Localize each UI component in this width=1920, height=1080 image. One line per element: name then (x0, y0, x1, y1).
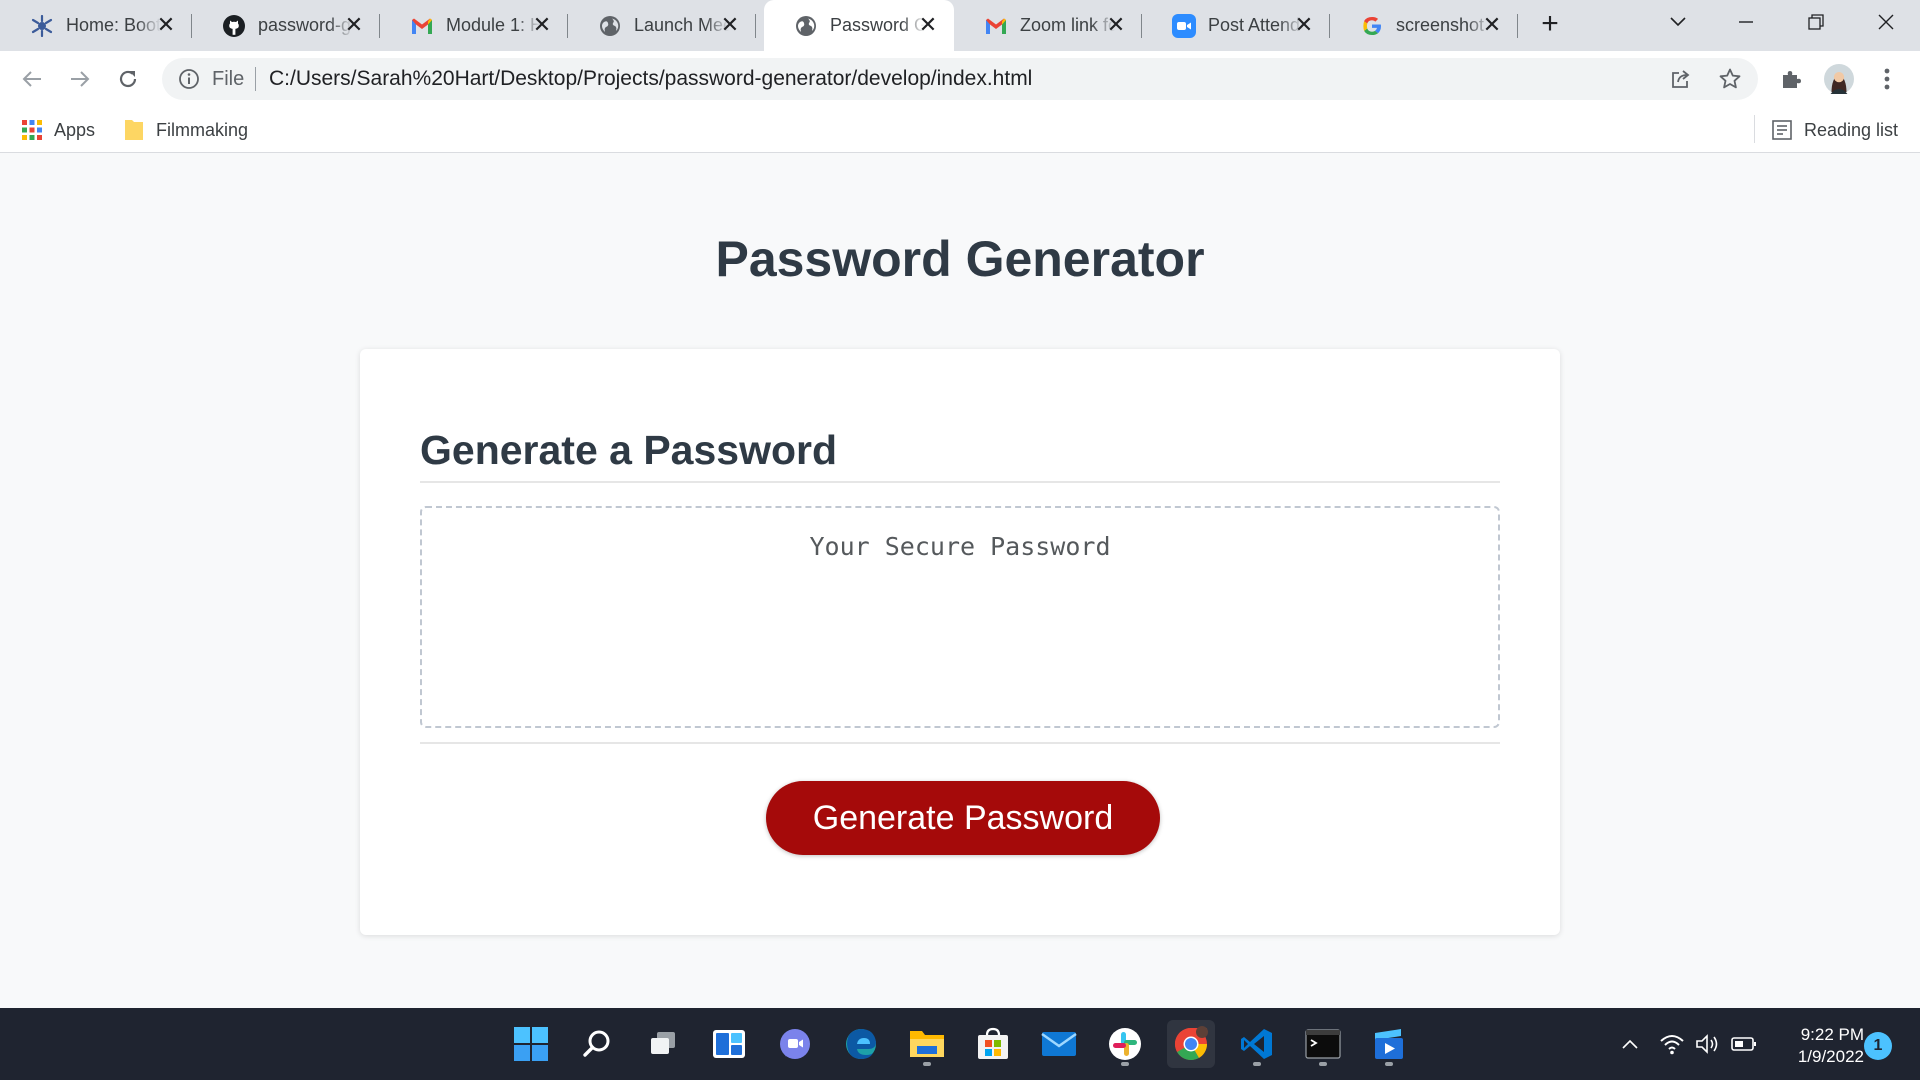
card-header-title: Generate a Password (420, 427, 838, 473)
close-tab-icon[interactable]: ✕ (916, 13, 940, 37)
forward-arrow-icon[interactable] (64, 63, 96, 95)
chrome-icon[interactable] (1167, 1020, 1215, 1068)
card-body (420, 506, 1500, 744)
tab-divider (755, 14, 756, 38)
url-text[interactable]: C:/Users/Sarah%20Hart/Desktop/Projects/p… (269, 67, 1032, 91)
bookmarks-bar: Apps Filmmaking Reading list (0, 107, 1920, 153)
tab-title: Home: Bootcamp (66, 15, 161, 35)
slack-icon[interactable] (1101, 1020, 1149, 1068)
system-clock[interactable]: 9:22 PM 1/9/2022 (1772, 1024, 1864, 1068)
url-scheme-label: File (212, 68, 245, 90)
restore-icon[interactable] (1786, 0, 1846, 44)
apps-grid-icon (22, 120, 42, 140)
globe-icon (598, 14, 622, 38)
generate-password-button[interactable]: Generate Password (766, 781, 1160, 855)
close-tab-icon[interactable]: ✕ (530, 13, 554, 37)
close-tab-icon[interactable]: ✕ (154, 13, 178, 37)
windows-start-icon[interactable] (507, 1020, 555, 1068)
tab-title: Post Attendee (1208, 15, 1303, 35)
gmail-icon (410, 14, 434, 38)
tab-strip: Home: Bootcamp ✕ password-generator ✕ Mo… (0, 0, 1920, 51)
media-player-icon[interactable] (1365, 1020, 1413, 1068)
extensions-puzzle-icon[interactable] (1776, 64, 1806, 94)
task-view-icon[interactable] (639, 1020, 687, 1068)
battery-icon[interactable] (1728, 1008, 1760, 1080)
zoom-icon (1172, 13, 1196, 38)
share-icon[interactable] (1669, 67, 1693, 91)
folder-icon (124, 118, 144, 142)
tab-title: Module 1: HTML (446, 15, 541, 35)
tab-post-attendee[interactable]: Post Attendee ✕ (1142, 0, 1330, 51)
close-tab-icon[interactable]: ✕ (718, 13, 742, 37)
vscode-icon[interactable] (1233, 1020, 1281, 1068)
file-explorer-icon[interactable] (903, 1020, 951, 1068)
tab-google-search[interactable]: screenshot ✕ (1330, 0, 1518, 51)
google-icon (1360, 14, 1384, 38)
minimize-icon[interactable] (1716, 0, 1776, 44)
reading-list-icon (1772, 120, 1792, 140)
address-bar[interactable]: File C:/Users/Sarah%20Hart/Desktop/Proje… (162, 58, 1758, 100)
terminal-icon[interactable] (1299, 1020, 1347, 1068)
tab-title: password-generator (258, 15, 353, 35)
github-icon (222, 14, 246, 38)
back-arrow-icon[interactable] (16, 63, 48, 95)
tab-zoom-link[interactable]: Zoom link for ✕ (954, 0, 1142, 51)
notification-badge[interactable]: 1 (1864, 1032, 1892, 1060)
bookmark-apps-label: Apps (54, 119, 96, 140)
bootcamp-logo-icon (30, 14, 54, 38)
edge-browser-icon[interactable] (837, 1020, 885, 1068)
windows-taskbar: 9:22 PM 1/9/2022 1 (0, 1008, 1920, 1080)
bookmark-folder-filmmaking[interactable]: Filmmaking (124, 117, 248, 143)
reading-list-label: Reading list (1804, 119, 1899, 140)
bookmark-apps[interactable]: Apps (22, 117, 95, 143)
gmail-icon (984, 14, 1008, 38)
browser-toolbar: File C:/Users/Sarah%20Hart/Desktop/Proje… (0, 51, 1920, 107)
search-icon[interactable] (573, 1020, 621, 1068)
tab-module-1[interactable]: Module 1: HTML ✕ (380, 0, 568, 51)
reading-list-button[interactable]: Reading list (1772, 117, 1898, 143)
tab-github[interactable]: password-generator ✕ (192, 0, 380, 51)
tab-title: Password Generator (830, 15, 925, 35)
globe-icon (794, 14, 818, 38)
tab-launch-meeting[interactable]: Launch Meeting ✕ (568, 0, 756, 51)
tab-password-generator[interactable]: Password Generator ✕ (764, 0, 954, 51)
bookmark-folder-label: Filmmaking (156, 119, 249, 140)
tab-divider (1517, 14, 1518, 38)
teams-chat-icon[interactable] (771, 1020, 819, 1068)
volume-icon[interactable] (1692, 1008, 1724, 1080)
card-header: Generate a Password (420, 427, 1500, 483)
new-tab-button[interactable]: + (1535, 9, 1565, 40)
page-content: Password Generator Generate a Password G… (0, 154, 1920, 1008)
reload-icon[interactable] (112, 63, 144, 95)
tab-title: Zoom link for (1020, 15, 1115, 35)
bookmark-star-icon[interactable] (1718, 67, 1742, 91)
wifi-icon[interactable] (1656, 1008, 1688, 1080)
microsoft-store-icon[interactable] (969, 1020, 1017, 1068)
password-card: Generate a Password Generate Password (360, 349, 1560, 935)
profile-avatar[interactable] (1824, 64, 1854, 94)
close-tab-icon[interactable]: ✕ (1104, 13, 1128, 37)
page-title: Password Generator (715, 231, 1205, 287)
tab-title: screenshot (1396, 15, 1485, 35)
password-output[interactable] (420, 506, 1500, 728)
tab-title: Launch Meeting (634, 15, 729, 35)
clock-date: 1/9/2022 (1797, 1047, 1864, 1066)
clock-time: 9:22 PM (1800, 1025, 1864, 1044)
close-window-icon[interactable] (1856, 0, 1916, 44)
close-tab-icon[interactable]: ✕ (1292, 13, 1316, 37)
url-divider (255, 67, 256, 91)
mail-icon[interactable] (1035, 1020, 1083, 1068)
site-info-icon[interactable] (178, 68, 200, 90)
more-menu-icon[interactable] (1872, 64, 1902, 94)
widgets-icon[interactable] (705, 1020, 753, 1068)
tab-search-chevron-icon[interactable] (1648, 0, 1708, 44)
close-tab-icon[interactable]: ✕ (342, 13, 366, 37)
close-tab-icon[interactable]: ✕ (1480, 13, 1504, 37)
show-hidden-icons-chevron-icon[interactable] (1616, 1008, 1644, 1080)
tab-home-bootcamp[interactable]: Home: Bootcamp ✕ (0, 0, 192, 51)
bookmarks-divider (1754, 115, 1755, 143)
